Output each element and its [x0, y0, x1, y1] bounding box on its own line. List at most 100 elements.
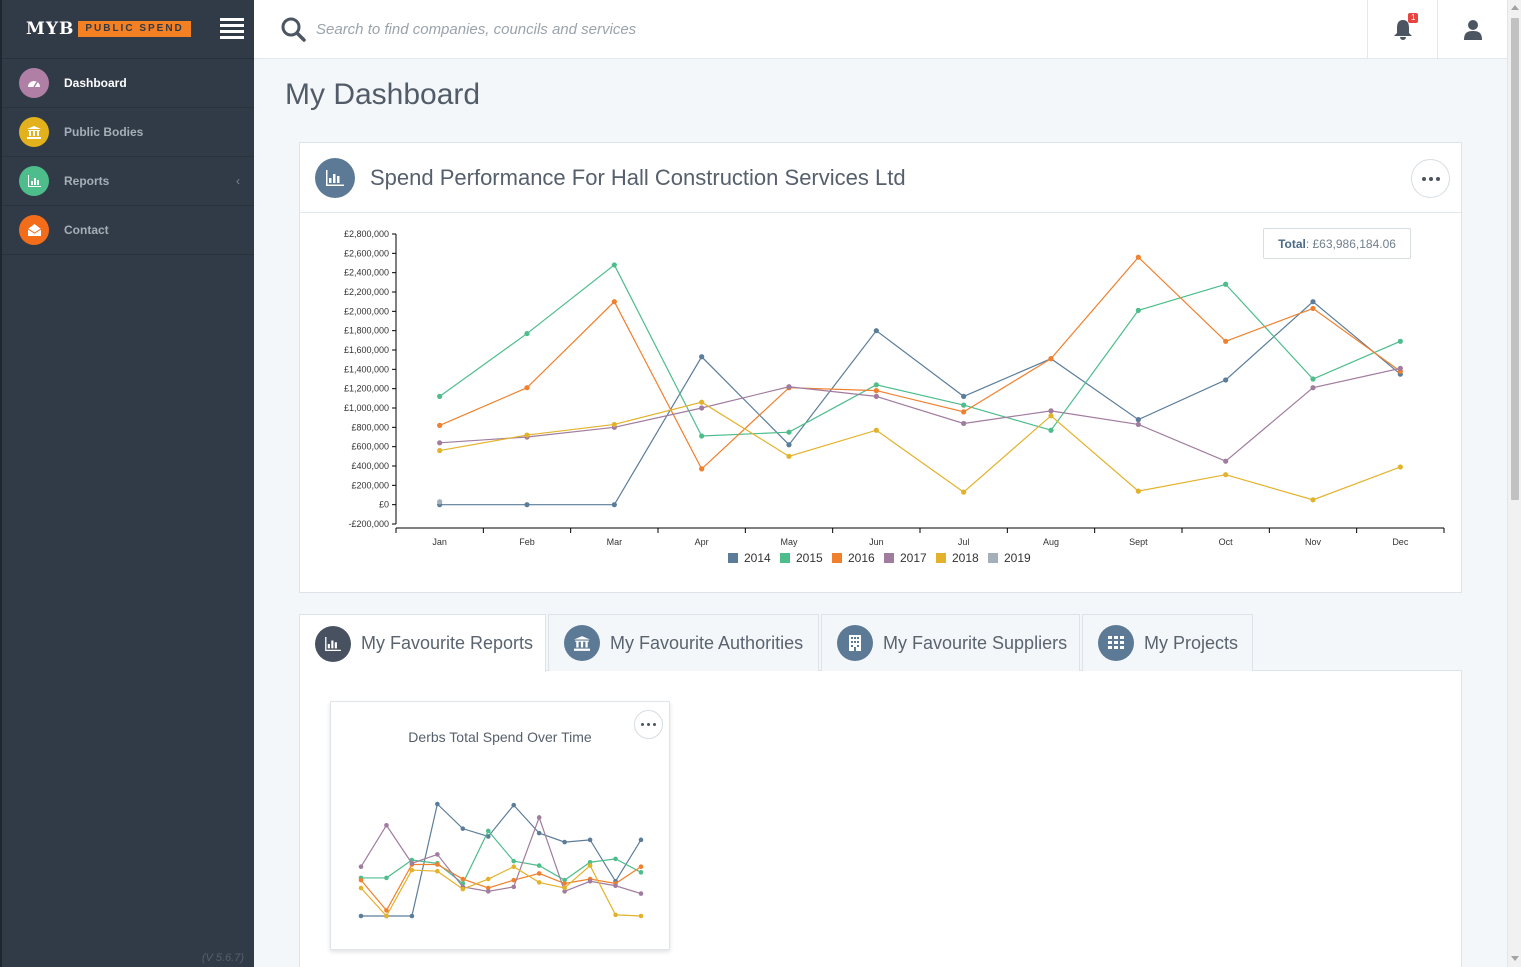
- mini-data-point: [358, 877, 364, 883]
- sidebar-item-reports[interactable]: Reports ‹: [2, 157, 254, 206]
- data-point-2014: [786, 442, 792, 448]
- mini-data-point: [638, 870, 644, 875]
- y-tick-label: £600,000: [351, 442, 389, 452]
- mini-data-point: [562, 885, 567, 891]
- legend-swatch: [832, 553, 842, 563]
- user-menu-button[interactable]: [1437, 0, 1507, 59]
- data-point-2018: [524, 432, 530, 438]
- series-line-2017: [439, 367, 1401, 462]
- sidebar-item-dashboard[interactable]: Dashboard: [2, 59, 254, 108]
- mini-data-point: [384, 822, 389, 828]
- mini-data-point: [460, 876, 466, 882]
- legend-label: 2019: [1004, 551, 1031, 565]
- data-point-2018: [1223, 472, 1229, 478]
- building-icon: [837, 625, 873, 661]
- series-line-2018: [439, 401, 1401, 501]
- mini-series-line: [361, 802, 642, 917]
- scroll-down-icon[interactable]: [1511, 956, 1519, 961]
- brand-product: PUBLIC SPEND: [78, 21, 191, 37]
- data-point-2018: [1048, 413, 1054, 419]
- y-tick-label: £2,200,000: [344, 287, 389, 297]
- y-tick-label: £0: [379, 500, 389, 510]
- mini-data-point: [485, 876, 491, 882]
- data-point-2017: [1048, 408, 1054, 414]
- mini-data-point: [536, 815, 542, 820]
- mini-data-point: [511, 802, 517, 808]
- data-point-2018: [786, 453, 792, 459]
- data-point-2018: [611, 421, 617, 428]
- scroll-up-icon[interactable]: [1511, 5, 1519, 10]
- legend-label: 2016: [848, 551, 875, 565]
- y-tick-label: -£200,000: [348, 519, 389, 529]
- legend-swatch: [884, 553, 894, 563]
- data-point-2018: [1310, 497, 1316, 503]
- notification-badge: 1: [1408, 13, 1419, 23]
- page-scrollbar[interactable]: [1507, 0, 1521, 967]
- tab-label: My Favourite Authorities: [610, 632, 804, 653]
- notifications-button[interactable]: 1: [1367, 0, 1437, 59]
- data-point-2015: [873, 382, 879, 388]
- mini-data-point: [536, 880, 542, 885]
- tab-favourite-suppliers[interactable]: My Favourite Suppliers: [821, 614, 1080, 671]
- mini-data-point: [485, 889, 491, 894]
- page-title: My Dashboard: [285, 78, 481, 111]
- x-tick-label: Dec: [1392, 537, 1409, 547]
- y-tick-label: £400,000: [351, 461, 389, 471]
- y-tick-label: £2,600,000: [344, 248, 389, 258]
- mini-data-point: [358, 864, 364, 870]
- search-input[interactable]: [316, 15, 916, 43]
- legend-label: 2015: [796, 551, 823, 565]
- tab-label: My Favourite Reports: [361, 633, 534, 653]
- data-point-2016: [699, 466, 705, 472]
- total-spend-label: Total: £63,986,184.06: [1263, 228, 1411, 259]
- data-point-2016: [1048, 356, 1054, 362]
- data-point-2017: [1310, 385, 1316, 391]
- data-point-2014: [961, 393, 967, 399]
- data-point-2017: [786, 384, 792, 390]
- sidebar-item-label: Public Bodies: [64, 125, 144, 139]
- data-point-2015: [961, 402, 967, 408]
- x-tick-label: Feb: [519, 537, 535, 547]
- y-tick-label: £1,600,000: [344, 345, 389, 355]
- menu-toggle-icon[interactable]: [220, 18, 244, 40]
- bar-chart-icon: [19, 166, 49, 196]
- mini-data-point: [613, 883, 618, 889]
- legend-label: 2018: [952, 551, 979, 565]
- tab-my-projects[interactable]: My Projects: [1082, 614, 1253, 671]
- mini-data-point: [384, 913, 389, 919]
- x-tick-label: Apr: [695, 537, 709, 547]
- brand-logo[interactable]: MYB PUBLIC SPEND: [2, 0, 254, 59]
- legend-swatch: [988, 553, 998, 563]
- report-card[interactable]: Derbs Total Spend Over Time: [330, 701, 670, 950]
- mini-series-line: [361, 829, 642, 885]
- report-mini-chart: [358, 801, 644, 919]
- x-tick-label: Sept: [1129, 537, 1148, 547]
- data-point-2016: [1310, 305, 1316, 312]
- mini-data-point: [435, 868, 440, 874]
- mini-data-point: [536, 863, 542, 868]
- data-point-2018: [699, 399, 705, 405]
- sidebar-item-public-bodies[interactable]: Public Bodies: [2, 108, 254, 157]
- y-tick-label: £1,200,000: [344, 384, 389, 394]
- data-point-2014: [873, 328, 879, 334]
- bar-chart-icon: [315, 625, 351, 662]
- mini-data-point: [485, 828, 491, 834]
- x-tick-label: May: [780, 537, 798, 547]
- data-point-2016: [961, 409, 967, 415]
- data-point-2014: [1223, 377, 1229, 383]
- scroll-thumb[interactable]: [1511, 18, 1519, 500]
- legend-label: 2014: [744, 551, 771, 565]
- y-tick-label: £1,400,000: [344, 364, 389, 374]
- mini-series-line: [360, 864, 642, 918]
- data-point-2016: [873, 388, 879, 394]
- user-icon: [1463, 19, 1482, 40]
- dashboard-icon: [19, 68, 49, 98]
- data-point-2014: [524, 502, 530, 508]
- data-point-2014: [1310, 299, 1316, 305]
- search-icon[interactable]: [280, 16, 306, 42]
- tab-favourite-reports[interactable]: My Favourite Reports: [299, 614, 546, 672]
- mini-data-point: [536, 871, 542, 876]
- tab-favourite-authorities[interactable]: My Favourite Authorities: [548, 614, 819, 671]
- sidebar-item-contact[interactable]: Contact: [2, 206, 254, 255]
- legend-label: 2017: [900, 551, 927, 565]
